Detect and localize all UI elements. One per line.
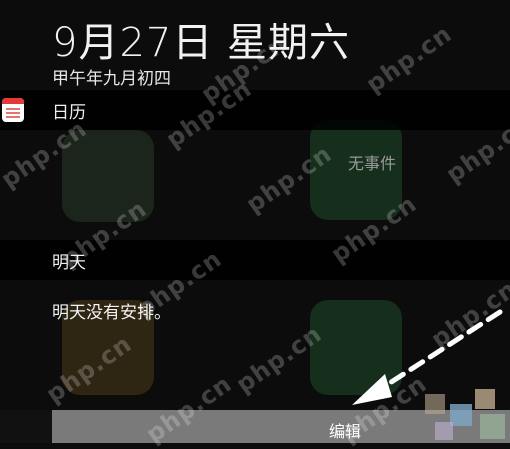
dashed-arrow-icon <box>352 309 503 405</box>
